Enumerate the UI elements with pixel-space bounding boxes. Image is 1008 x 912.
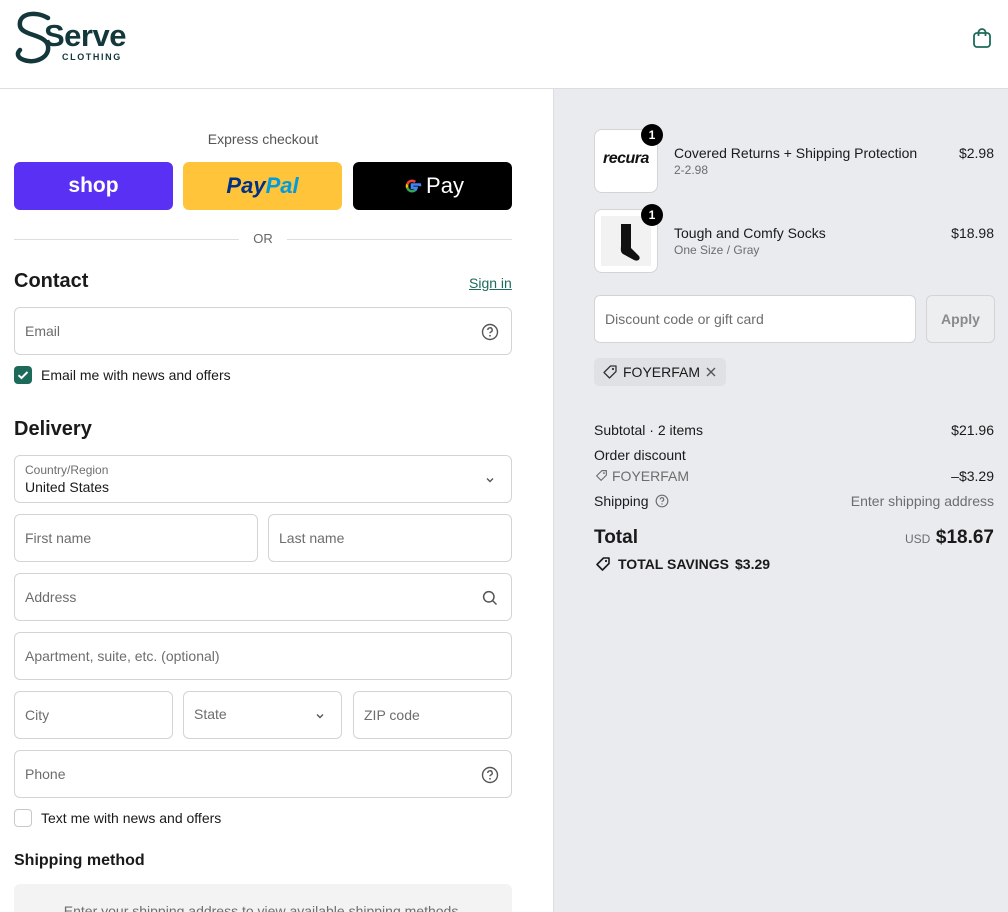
- tag-icon: [596, 470, 607, 481]
- email-news-label: Email me with news and offers: [41, 367, 231, 383]
- country-select[interactable]: Country/Region United States: [14, 455, 512, 503]
- currency-label: USD: [905, 532, 931, 546]
- google-pay-button[interactable]: Pay: [353, 162, 512, 210]
- sms-news-label: Text me with news and offers: [41, 810, 222, 826]
- discount-value: –$3.29: [951, 468, 994, 484]
- apartment-placeholder: Apartment, suite, etc. (optional): [25, 648, 220, 664]
- item-name: Tough and Comfy Socks: [674, 225, 826, 241]
- address-placeholder: Address: [25, 589, 77, 605]
- email-field[interactable]: Email: [14, 307, 512, 355]
- brand-subtitle: CLOTHING: [62, 52, 122, 62]
- sms-news-checkbox[interactable]: [14, 809, 32, 827]
- total-savings-label: TOTAL SAVINGS: [618, 556, 729, 572]
- city-field[interactable]: City: [14, 691, 173, 739]
- country-value: United States: [25, 479, 110, 495]
- applied-code-label: FOYERFAM: [623, 364, 701, 380]
- shop-pay-label: shop: [68, 174, 119, 197]
- item-variant: One Size / Gray: [674, 243, 760, 257]
- chevron-down-icon: [316, 714, 324, 719]
- last-name-placeholder: Last name: [279, 530, 345, 546]
- discount-placeholder: Discount code or gift card: [605, 311, 764, 327]
- chevron-down-icon: [486, 478, 494, 483]
- email-news-checkbox[interactable]: [14, 366, 32, 384]
- subtotal-label: Subtotal · 2 items: [594, 422, 703, 438]
- address-field[interactable]: Address: [14, 573, 512, 621]
- phone-placeholder: Phone: [25, 766, 66, 782]
- apartment-field[interactable]: Apartment, suite, etc. (optional): [14, 632, 512, 680]
- state-label: State: [194, 706, 227, 722]
- country-label: Country/Region: [25, 463, 109, 477]
- help-icon[interactable]: [481, 323, 499, 341]
- savings-tag-icon: [596, 557, 610, 571]
- shipping-value: Enter shipping address: [850, 493, 994, 509]
- item-price: $18.98: [951, 225, 994, 241]
- sign-in-link[interactable]: Sign in: [469, 275, 512, 291]
- item-price: $2.98: [958, 145, 994, 161]
- total-label: Total: [594, 527, 638, 548]
- order-discount-label: Order discount: [594, 447, 686, 463]
- paypal-label-part1: Pay: [226, 173, 266, 198]
- google-g-icon: [405, 179, 422, 193]
- email-placeholder: Email: [25, 323, 61, 339]
- last-name-field[interactable]: Last name: [268, 514, 512, 562]
- brand-name: Serve: [44, 18, 126, 53]
- item-name: Covered Returns + Shipping Protection: [674, 145, 918, 161]
- tag-icon: [603, 365, 617, 379]
- express-checkout-title: Express checkout: [207, 131, 319, 147]
- paypal-label-part2: Pal: [265, 173, 299, 198]
- google-pay-label: Pay: [426, 173, 464, 198]
- total-value: $18.67: [935, 527, 994, 548]
- close-icon[interactable]: [704, 365, 718, 379]
- delivery-heading: Delivery: [14, 418, 92, 440]
- first-name-field[interactable]: First name: [14, 514, 258, 562]
- search-icon: [482, 590, 498, 606]
- zip-placeholder: ZIP code: [364, 707, 420, 723]
- shipping-method-placeholder: Enter your shipping address to view avai…: [63, 903, 463, 912]
- state-select[interactable]: State: [183, 691, 342, 739]
- phone-field[interactable]: Phone: [14, 750, 512, 798]
- shopping-bag-icon[interactable]: [970, 26, 994, 50]
- paypal-button[interactable]: Pay Pal: [183, 162, 342, 210]
- contact-heading: Contact: [14, 270, 89, 292]
- brand-logo[interactable]: Serve CLOTHING: [14, 8, 134, 70]
- shop-pay-button[interactable]: shop: [14, 162, 173, 210]
- applied-discount-tag: FOYERFAM: [594, 358, 726, 386]
- recura-logo: recura: [603, 150, 649, 167]
- city-placeholder: City: [25, 707, 50, 723]
- or-label: OR: [253, 231, 273, 246]
- checkmark-icon: [17, 371, 29, 380]
- first-name-placeholder: First name: [25, 530, 92, 546]
- item-variant: 2-2.98: [674, 163, 709, 177]
- help-icon[interactable]: [481, 766, 499, 784]
- subtotal-value: $21.96: [951, 422, 994, 438]
- discount-code-input[interactable]: Discount code or gift card: [594, 295, 916, 343]
- site-header: Serve CLOTHING: [0, 0, 1008, 89]
- checkout-form: Express checkout shop Pay Pal Pay OR Cont…: [0, 89, 553, 912]
- total-savings-value: $3.29: [735, 556, 771, 572]
- help-icon[interactable]: [655, 494, 669, 508]
- quantity-badge: 1: [641, 124, 663, 146]
- shipping-method-heading: Shipping method: [14, 852, 145, 869]
- discount-code-label: FOYERFAM: [612, 468, 690, 484]
- order-summary: recura 1 Covered Returns + Shipping Prot…: [553, 89, 1008, 912]
- shipping-label: Shipping: [594, 493, 649, 509]
- quantity-badge: 1: [641, 204, 663, 226]
- zip-field[interactable]: ZIP code: [353, 691, 512, 739]
- apply-discount-button[interactable]: Apply: [926, 295, 995, 343]
